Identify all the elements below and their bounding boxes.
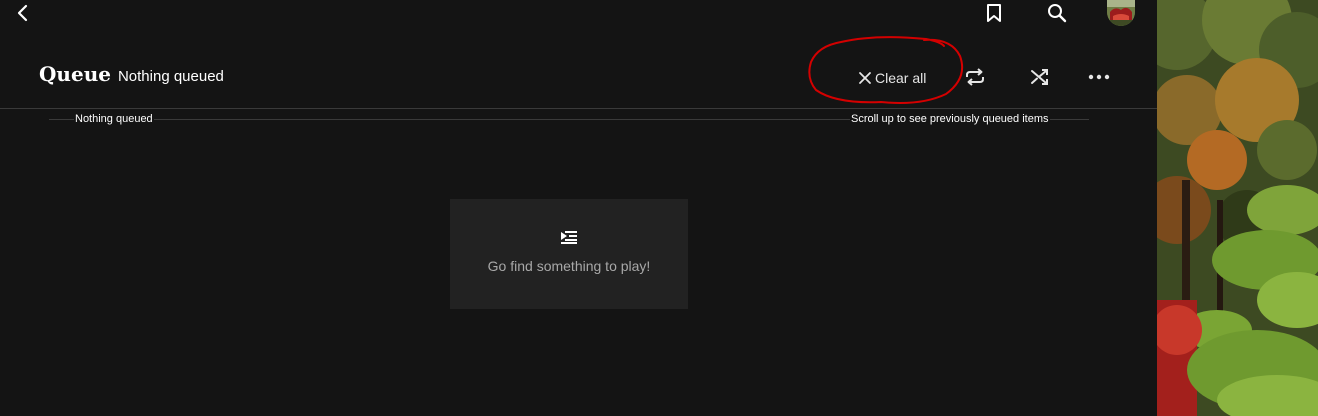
title-row: Queue Nothing queued xyxy=(39,62,224,86)
clear-all-button[interactable]: Clear all xyxy=(858,66,926,90)
garden-photo xyxy=(1157,0,1318,416)
queue-icon xyxy=(561,231,577,244)
search-button[interactable] xyxy=(1043,0,1071,26)
history-section-label: Scroll up to see previously queued items xyxy=(850,113,1050,125)
repeat-button[interactable] xyxy=(960,64,990,90)
wallpaper-image xyxy=(1157,0,1318,416)
queue-section-label: Nothing queued xyxy=(74,113,154,125)
shuffle-button[interactable] xyxy=(1025,64,1055,90)
shuffle-icon xyxy=(1031,69,1048,85)
back-button[interactable] xyxy=(8,0,38,26)
close-icon xyxy=(859,72,871,84)
empty-state-message: Go find something to play! xyxy=(487,258,651,274)
queue-screen: Queue Nothing queued Clear all Nothing q… xyxy=(0,0,1157,416)
page-title: Queue xyxy=(39,62,111,86)
avatar-image xyxy=(1107,0,1135,26)
page-subtitle: Nothing queued xyxy=(117,68,224,85)
empty-queue-card: Go find something to play! xyxy=(450,199,688,309)
more-horizontal-icon xyxy=(1088,74,1110,80)
user-avatar[interactable] xyxy=(1107,0,1135,26)
clear-all-label: Clear all xyxy=(875,70,927,86)
more-button[interactable] xyxy=(1084,64,1114,90)
repeat-icon xyxy=(966,68,984,86)
chevron-left-icon xyxy=(17,4,28,22)
bookmark-icon xyxy=(987,4,1001,22)
bookmark-button[interactable] xyxy=(980,0,1008,26)
search-icon xyxy=(1048,4,1067,23)
header-divider xyxy=(0,108,1157,109)
